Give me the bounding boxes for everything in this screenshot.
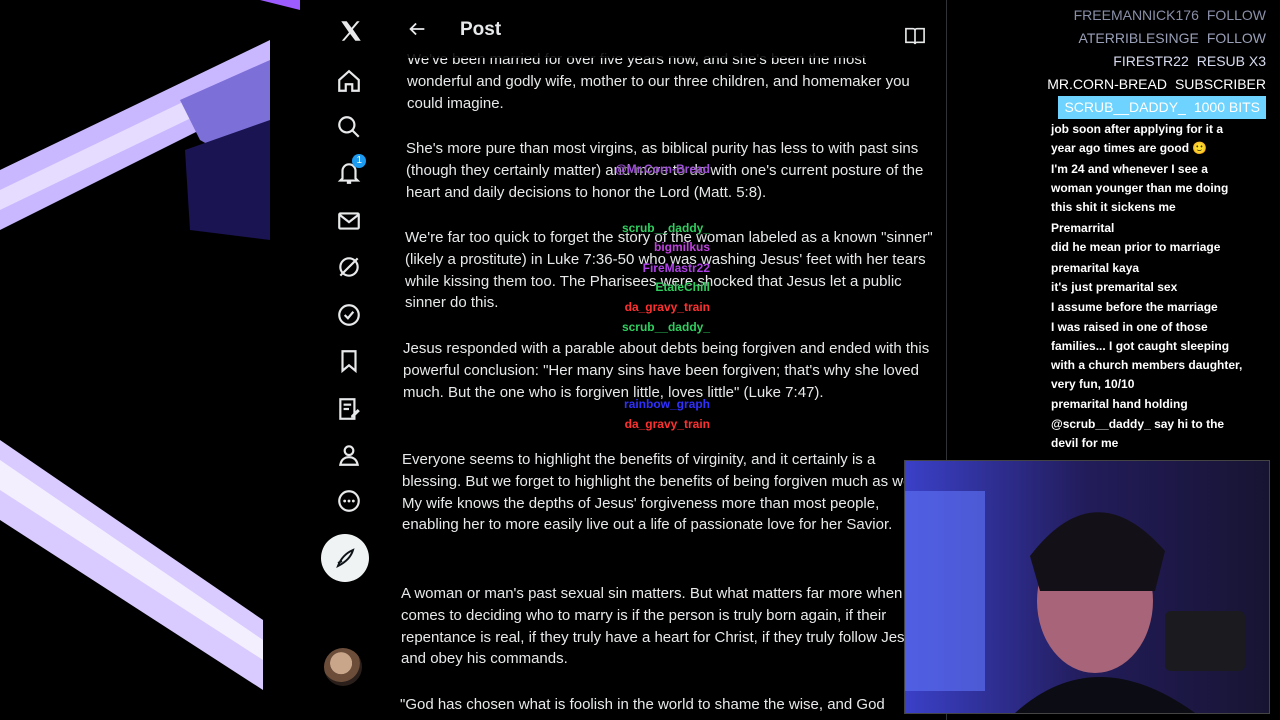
post-paragraph: "God has chosen what is foolish in the w… <box>400 696 885 713</box>
chat-message-text: I assume before the marriage <box>1051 300 1218 314</box>
chat-message-text: did he mean prior to marriage <box>1051 240 1221 254</box>
back-arrow-icon[interactable] <box>406 18 428 40</box>
chat-message-text: premarital kaya <box>1051 261 1140 275</box>
messages-icon[interactable] <box>326 198 372 244</box>
account-avatar[interactable] <box>324 648 362 686</box>
x-sidebar-nav: 1 <box>300 0 389 720</box>
chat-message-text: job soon after applying for it a year ag… <box>1051 122 1224 155</box>
reader-mode-icon[interactable] <box>904 26 926 46</box>
webcam-feed <box>904 460 1270 714</box>
chat-message-text: @scrub__daddy_ say hi to the devil for m… <box>1051 417 1225 450</box>
chat-message-text: it's just premarital sex <box>1051 280 1178 294</box>
chat-username: bigmilkus <box>653 240 710 254</box>
post-paragraph: Jesus responded with a parable about deb… <box>403 340 930 401</box>
feather-icon <box>336 548 355 569</box>
post-paragraph: Everyone seems to highlight the benefits… <box>402 451 923 534</box>
profile-icon[interactable] <box>326 432 372 478</box>
home-icon[interactable] <box>326 58 372 104</box>
chat-username: rainbow_graph <box>623 397 710 411</box>
chat-username: scrub__daddy_ <box>621 320 710 334</box>
notifications-icon[interactable]: 1 <box>326 150 372 196</box>
post-header: Post <box>388 0 946 58</box>
chat-message-text: Premarrital <box>1051 221 1115 235</box>
alert-item-highlight: SCRUB__DADDY_ 1000 BITS <box>1058 96 1266 119</box>
glitch-background-art <box>0 0 300 720</box>
alert-item: ATERRIBLESINGE FOLLOW <box>1078 30 1266 46</box>
post-detail-column: Post We've been married for over five ye… <box>388 0 947 720</box>
bookmarks-icon[interactable] <box>326 338 372 384</box>
articles-icon[interactable] <box>326 386 372 432</box>
chat-message-text: I was raised in one of those families...… <box>1051 320 1243 391</box>
grok-icon[interactable] <box>326 244 372 290</box>
more-icon[interactable] <box>326 478 372 524</box>
chat-message-text: premarital hand holding <box>1051 397 1188 411</box>
chat-username: da_gravy_train <box>624 300 710 314</box>
alert-item: MR.CORN-BREAD SUBSCRIBER <box>1047 76 1266 92</box>
stream-alerts: FREEMANNICK176 FOLLOW ATERRIBLESINGE FOLLO… <box>1047 4 1266 119</box>
chat-message-text: I'm 24 and whenever I see a woman younge… <box>1051 162 1229 214</box>
streamer-webcam-image <box>905 461 1269 713</box>
verified-icon[interactable] <box>326 292 372 338</box>
x-logo-icon[interactable] <box>328 8 374 54</box>
chat-username: scrub__daddy_ <box>621 221 710 235</box>
chat-username: @Mr.Corn-Bread <box>614 162 710 176</box>
search-icon[interactable] <box>326 104 372 150</box>
notification-badge: 1 <box>352 154 366 168</box>
chat-username: FireMastr22 <box>642 261 710 275</box>
compose-post-button[interactable] <box>321 534 369 582</box>
page-title: Post <box>460 19 502 40</box>
post-paragraph: A woman or man's past sexual sin matters… <box>401 585 921 668</box>
alert-item: FREEMANNICK176 FOLLOW <box>1073 7 1266 23</box>
chat-username: EtaleChill <box>655 280 710 294</box>
chat-username: da_gravy_train <box>624 417 710 431</box>
alert-item: FIRESTR22 RESUB X3 <box>1113 53 1266 69</box>
post-paragraph: We've been married for over five years n… <box>407 51 910 112</box>
